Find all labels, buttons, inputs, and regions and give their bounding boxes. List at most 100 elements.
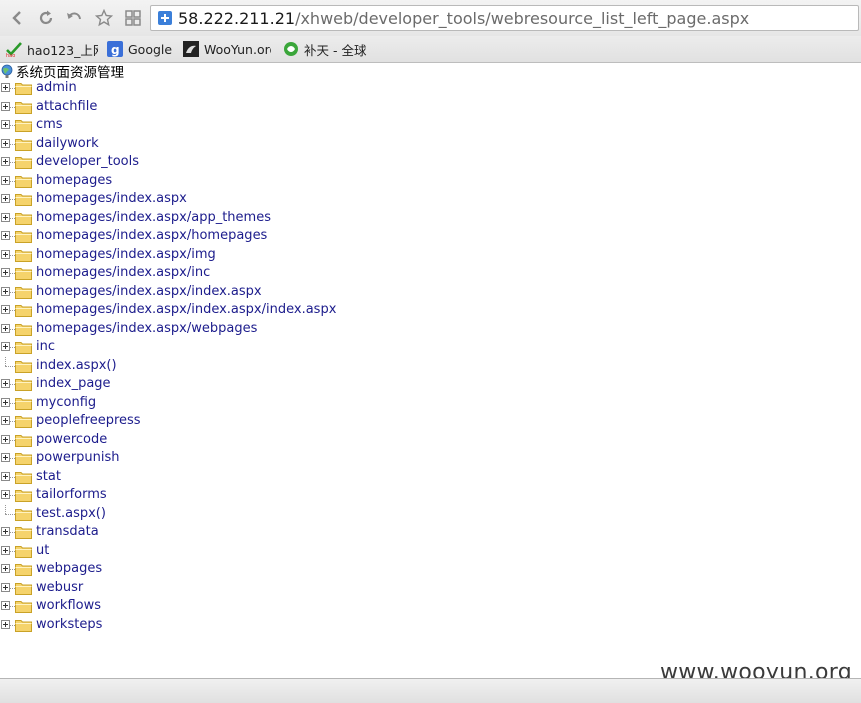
bookmark-google[interactable]: g Google: [107, 40, 175, 58]
folder-icon: [15, 397, 32, 410]
tree-node-label[interactable]: dailywork: [36, 135, 99, 154]
tree-node-label[interactable]: tailorforms: [36, 486, 107, 505]
expand-icon[interactable]: [1, 527, 10, 536]
expand-icon[interactable]: [1, 83, 10, 92]
star-icon[interactable]: [94, 8, 114, 28]
folder-icon: [15, 342, 32, 354]
address-bar[interactable]: 58.222.211.21/xhweb/developer_tools/webr…: [150, 5, 859, 31]
tree-node-label[interactable]: homepages/index.aspx: [36, 190, 187, 209]
expand-icon[interactable]: [1, 175, 10, 185]
tree-node-label[interactable]: peoplefreepress: [36, 412, 141, 431]
bookmark-label: hao123_上网: [27, 42, 98, 58]
tree-node-label[interactable]: inc: [36, 338, 55, 357]
expand-icon[interactable]: [1, 379, 10, 388]
tree-node-label[interactable]: homepages: [36, 172, 112, 191]
tree-node-label[interactable]: homepages/index.aspx/inc: [36, 264, 210, 283]
expand-icon[interactable]: [1, 471, 10, 481]
folder-icon: [15, 453, 32, 465]
expand-icon[interactable]: [1, 416, 10, 425]
tree-node-label[interactable]: homepages/index.aspx/img: [36, 246, 216, 265]
expand-icon[interactable]: [1, 249, 10, 259]
tree-node-label[interactable]: powercode: [36, 431, 107, 450]
expand-icon[interactable]: [1, 157, 10, 166]
expand-icon[interactable]: [1, 582, 10, 592]
tree-root: 系统页面资源管理: [0, 62, 124, 81]
refresh-icon[interactable]: [36, 8, 56, 28]
folder-icon: [15, 268, 32, 280]
folder-icon: [15, 286, 32, 299]
tree-node-label[interactable]: attachfile: [36, 98, 97, 117]
tree-node-label[interactable]: index_page: [36, 375, 111, 394]
tree-node-label[interactable]: cms: [36, 116, 63, 135]
expand-icon[interactable]: [1, 101, 10, 111]
bookmark-wooyun[interactable]: WooYun.org: [183, 40, 271, 58]
tree-node-label[interactable]: homepages/index.aspx/index.aspx/index.as…: [36, 301, 336, 320]
folder-icon: [15, 434, 32, 447]
folder-icon: [15, 323, 32, 336]
root-label: 系统页面资源管理: [16, 64, 124, 81]
folder-icon: [15, 582, 32, 595]
tree-node-label[interactable]: myconfig: [36, 394, 96, 413]
undo-icon[interactable]: [64, 8, 84, 28]
folder-icon: [15, 120, 32, 132]
folder-icon: [15, 619, 32, 632]
shield-icon: [158, 11, 172, 25]
butian-icon: [284, 42, 298, 56]
tree-node-label[interactable]: homepages/index.aspx/app_themes: [36, 209, 271, 228]
tree-node-label[interactable]: workflows: [36, 597, 101, 616]
folder-icon: [15, 527, 32, 539]
tree-node-label[interactable]: stat: [36, 468, 61, 487]
tree-node-label[interactable]: ut: [36, 542, 49, 561]
folder-icon: [15, 564, 32, 576]
expand-icon[interactable]: [1, 434, 10, 444]
tree-node-label[interactable]: admin: [36, 79, 77, 98]
expand-icon[interactable]: [1, 231, 10, 240]
expand-icon[interactable]: [1, 268, 10, 277]
expand-icon[interactable]: [1, 286, 10, 296]
folder-icon: [15, 305, 32, 317]
bookmark-butian[interactable]: 补天 - 全球: [283, 40, 373, 58]
tree-node-label[interactable]: powerpunish: [36, 449, 120, 468]
tree-node-label[interactable]: webusr: [36, 579, 83, 598]
expand-icon[interactable]: [1, 490, 10, 499]
expand-icon[interactable]: [1, 564, 10, 573]
expand-icon[interactable]: [1, 305, 10, 314]
folder-icon: [15, 545, 32, 558]
tree-node-label[interactable]: transdata: [36, 523, 99, 542]
status-bar: [0, 678, 861, 703]
tree-node-label[interactable]: homepages/index.aspx/webpages: [36, 320, 257, 339]
bookmark-label: Google: [128, 41, 173, 57]
bookmark-hao123[interactable]: hao hao123_上网: [6, 40, 98, 58]
expand-icon[interactable]: [1, 212, 10, 222]
back-icon[interactable]: [8, 8, 28, 28]
browser-toolbar: 58.222.211.21/xhweb/developer_tools/webr…: [0, 0, 861, 36]
tree-node-label[interactable]: homepages/index.aspx/homepages: [36, 227, 267, 246]
wooyun-icon: [183, 41, 199, 57]
folder-icon: [15, 231, 32, 243]
expand-icon[interactable]: [1, 545, 10, 555]
expand-icon[interactable]: [1, 397, 10, 407]
expand-icon[interactable]: [1, 342, 10, 351]
url-text: 58.222.211.21/xhweb/developer_tools/webr…: [178, 9, 749, 28]
tree-node-label[interactable]: homepages/index.aspx/index.aspx: [36, 283, 262, 302]
tree-node-label[interactable]: index.aspx(): [36, 357, 117, 376]
expand-icon[interactable]: [1, 601, 10, 610]
tree-node-label[interactable]: worksteps: [36, 616, 102, 635]
folder-icon: [15, 360, 32, 373]
folder-icon: [15, 212, 32, 225]
hao123-icon: hao: [6, 42, 22, 57]
grid-icon[interactable]: [123, 8, 143, 28]
folder-icon: [15, 379, 32, 391]
tree-node-label[interactable]: webpages: [36, 560, 102, 579]
expand-icon[interactable]: [1, 194, 10, 203]
expand-icon[interactable]: [1, 120, 10, 129]
expand-icon[interactable]: [1, 323, 10, 333]
tree-node-label[interactable]: test.aspx(): [36, 505, 106, 524]
expand-icon[interactable]: [1, 453, 10, 462]
svg-text:hao: hao: [6, 53, 15, 57]
bookmark-label: WooYun.org: [204, 41, 271, 57]
expand-icon[interactable]: [1, 138, 10, 148]
expand-icon[interactable]: [1, 619, 10, 629]
tree-node-label[interactable]: developer_tools: [36, 153, 139, 172]
svg-text:g: g: [111, 43, 120, 57]
